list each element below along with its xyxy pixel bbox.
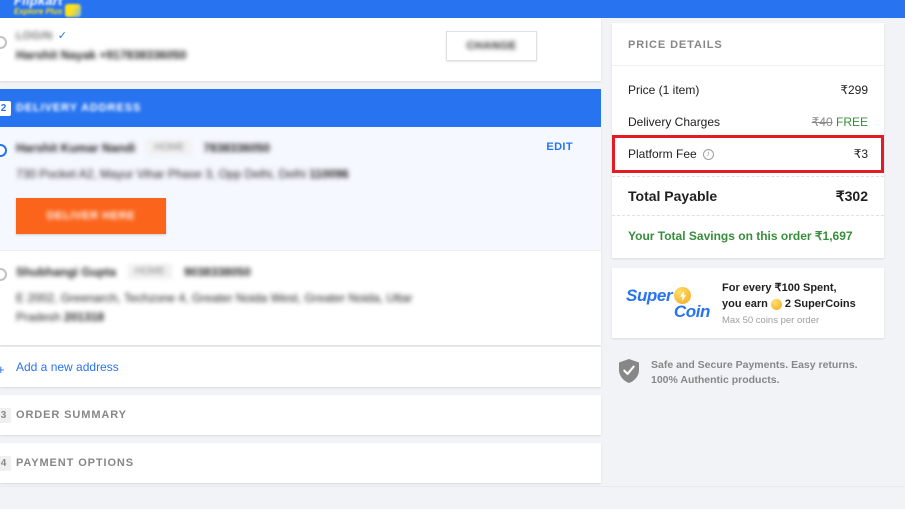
delivery-original-value: ₹40 [811,115,833,129]
address-lines: E 2002, Greenarch, Techzone 4, Greater N… [16,289,436,327]
add-new-address-label[interactable]: Add a new address [16,360,119,374]
order-summary-section[interactable]: 3 ORDER SUMMARY [0,395,601,435]
brand-subtitle: Explore Plus [14,7,63,16]
address-tag: HOME [147,140,192,155]
flipkart-logo[interactable]: Flipkart Explore Plus [14,0,81,17]
edit-address-link[interactable]: EDIT [546,141,573,153]
selected-address-block[interactable]: Harshit Kumar Nandi HOME 7838336050 730 … [0,127,601,251]
total-payable-label: Total Payable [628,188,718,204]
address-header-row: Harshit Kumar Nandi HOME 7838336050 [16,140,601,155]
delivery-address-title: DELIVERY ADDRESS [16,102,142,114]
checkout-steps-column: LOGIN ✓ Harshit Nayak +917838336050 CHAN… [0,18,601,483]
supercoin-line2: you earn 2 SuperCoins [722,298,856,310]
plus-icon: + [0,362,5,377]
price-details-card: PRICE DETAILS Price (1 item) ₹299 Delive… [612,23,884,258]
platform-fee-value: ₹3 [853,147,868,161]
page-bottom-strip [0,486,905,509]
page-content: LOGIN ✓ Harshit Nayak +917838336050 CHAN… [0,18,905,509]
checkout-page: Flipkart Explore Plus LOGIN ✓ Harshit Na… [0,0,905,509]
other-address-block[interactable]: Shubhangi Gupta HOME 9038338050 E 2002, … [0,251,601,345]
address-phone: 7838336050 [203,140,271,155]
platform-fee-label: Platform Fee [628,147,697,161]
safe-line1: Safe and Secure Payments. Easy returns. [651,359,858,371]
safe-payments-block: Safe and Secure Payments. Easy returns. … [612,338,884,388]
supercoin-line1: For every ₹100 Spent, [722,282,837,294]
total-payable-row: Total Payable ₹302 [612,176,884,216]
add-new-address-row[interactable]: + Add a new address [0,347,601,387]
price-value: ₹299 [840,83,868,97]
step-number-badge: 2 [0,101,11,116]
supercoin-logo: Super Coin [626,286,710,321]
price-label: Price (1 item) [628,83,700,97]
delivery-free-label: FREE [835,115,868,129]
info-icon[interactable]: i [702,148,714,160]
address-line1: 730 Pocket A2, Mayur Vihar Phase 3, Opp … [16,167,306,181]
brand-name: Flipkart [14,0,63,8]
address-tag: HOME [128,264,172,279]
check-icon: ✓ [57,30,68,42]
login-radio-icon[interactable] [0,36,7,49]
address-header-row: Shubhangi Gupta HOME 9038338050 [16,264,601,279]
price-row-delivery-charges: Delivery Charges ₹40 FREE [612,106,884,138]
lightning-bolt-icon [679,290,686,301]
step-number-badge: 4 [0,456,11,471]
address-radio-icon[interactable] [0,268,7,281]
delivery-address-banner: 2 DELIVERY ADDRESS [0,89,601,127]
address-radio-selected-icon[interactable] [0,144,7,157]
price-row-item-price: Price (1 item) ₹299 [612,74,884,106]
shield-check-icon [619,359,639,383]
safe-payments-text: Safe and Secure Payments. Easy returns. … [651,358,858,388]
mini-coin-icon [770,298,782,310]
price-label: Platform Fee i [628,147,714,161]
price-details-title: PRICE DETAILS [612,23,884,66]
supercoin-line3: Max 50 coins per order [722,315,820,326]
payment-options-label: PAYMENT OPTIONS [16,457,135,469]
address-name: Harshit Kumar Nandi [16,140,136,155]
change-login-button[interactable]: CHANGE [446,31,537,61]
top-header-bar: Flipkart Explore Plus [0,0,905,18]
total-savings-text: Your Total Savings on this order ₹1,697 [628,229,853,243]
total-payable-value: ₹302 [835,187,868,204]
price-row-platform-fee: Platform Fee i ₹3 [612,138,884,170]
address-pincode: 110096 [309,167,349,181]
address-phone: 9038338050 [184,264,251,279]
price-label: Delivery Charges [628,115,721,129]
plus-badge-icon [64,4,81,17]
login-section: LOGIN ✓ Harshit Nayak +917838336050 CHAN… [0,18,601,81]
order-summary-label: ORDER SUMMARY [16,409,127,421]
supercoin-promo-card: Super Coin For every ₹100 Spent, you ear… [612,268,884,338]
address-name: Shubhangi Gupta [16,264,116,279]
address-pincode: 201318 [64,310,105,324]
safe-line2: 100% Authentic products. [651,374,780,386]
supercoin-text: For every ₹100 Spent, you earn 2 SuperCo… [722,280,856,326]
step-number-badge: 3 [0,408,11,423]
address-lines: 730 Pocket A2, Mayur Vihar Phase 3, Opp … [16,165,436,184]
price-value-group: ₹40 FREE [812,115,868,129]
price-details-column: PRICE DETAILS Price (1 item) ₹299 Delive… [612,23,884,388]
payment-options-section[interactable]: 4 PAYMENT OPTIONS [0,443,601,483]
deliver-here-button[interactable]: DELIVER HERE [16,198,166,234]
